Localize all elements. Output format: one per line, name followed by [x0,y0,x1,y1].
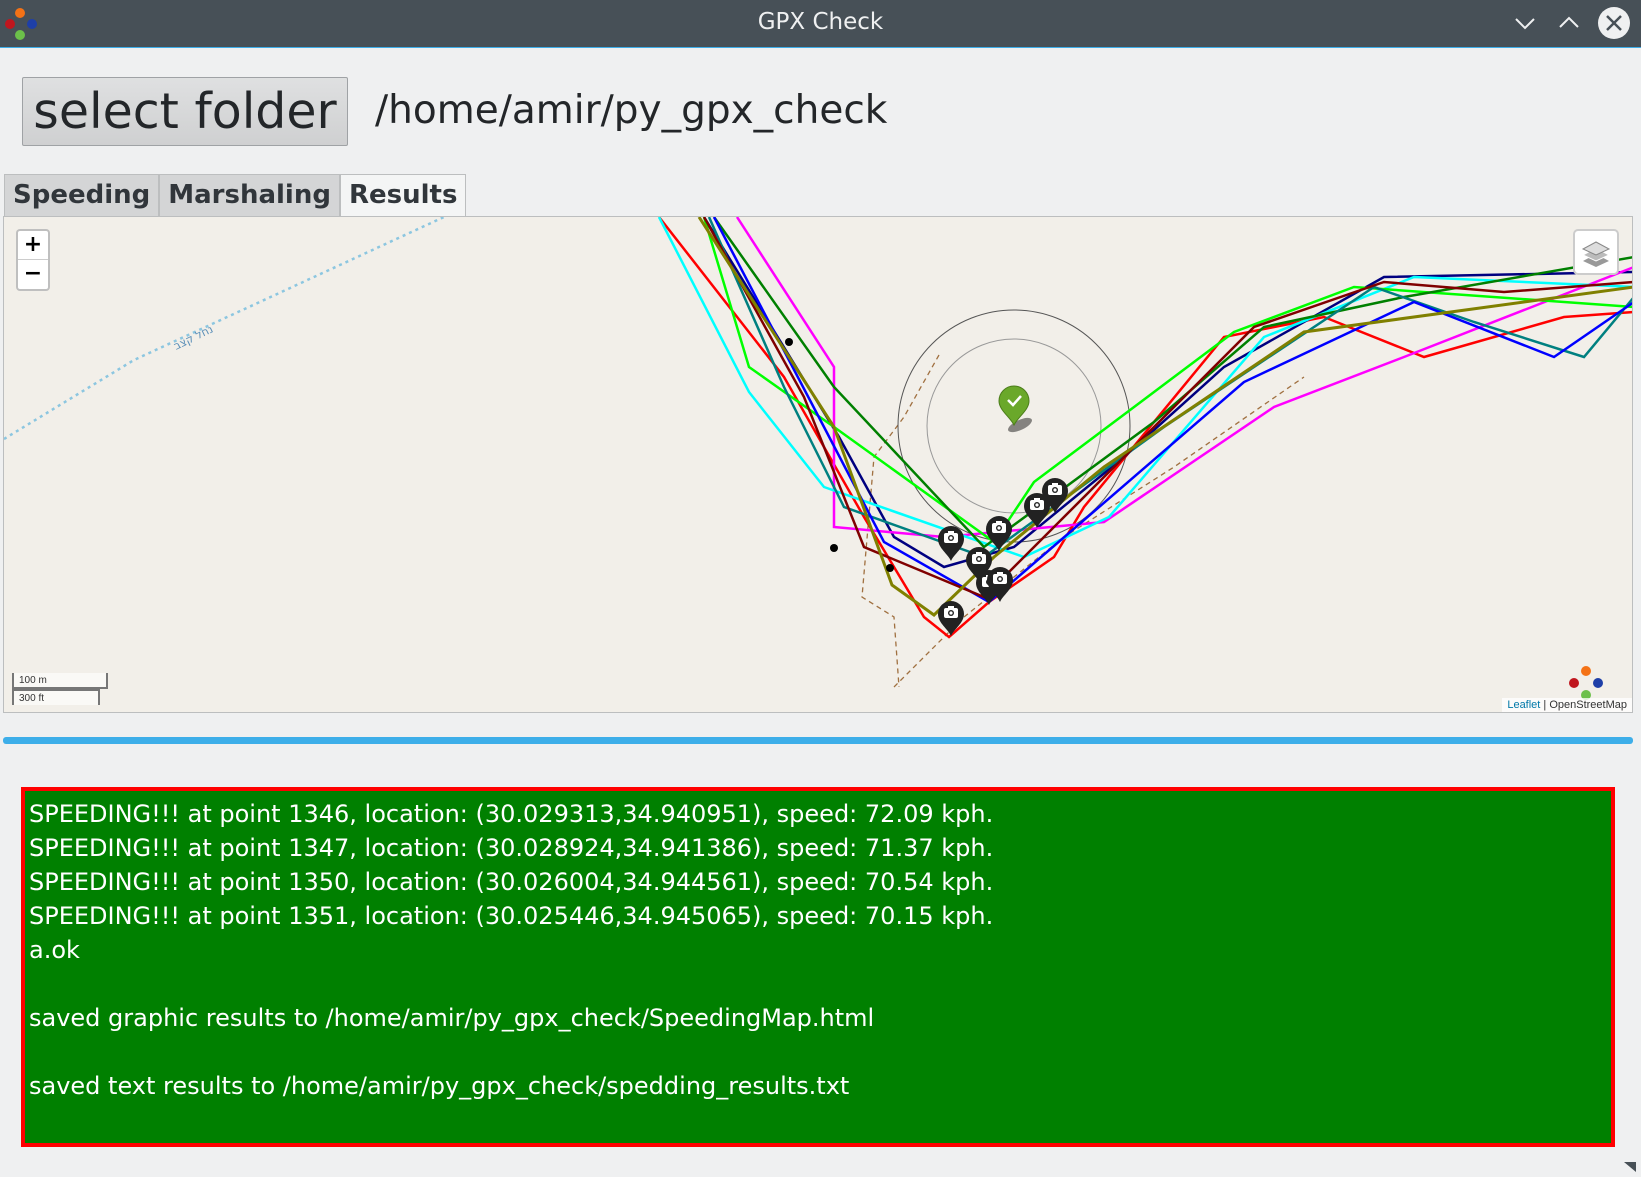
progress-bar [3,737,1633,744]
minimize-icon[interactable] [1508,6,1542,40]
layers-icon [1581,241,1611,267]
select-folder-button[interactable]: select folder [22,77,348,146]
output-line: saved text results to /home/amir/py_gpx_… [29,1072,850,1100]
map-attribution: Leaflet | OpenStreetMap [1502,698,1632,712]
title-bar: GPX Check [0,0,1641,48]
camera-marker-icon [938,526,964,561]
results-map[interactable]: נחל קצב + − 100 m 300 ft Leaflet | OpenS… [3,216,1633,713]
camera-marker-icon [986,516,1012,551]
map-logo-icon [1569,666,1603,700]
camera-marker-icon [938,601,964,636]
resize-grip-icon[interactable] [1622,1158,1638,1174]
tab-bar: Speeding Marshaling Results [4,174,467,216]
attribution-separator: | [1540,699,1550,711]
zoom-out-button[interactable]: − [18,260,48,289]
output-line: SPEEDING!!! at point 1351, location: (30… [29,902,994,930]
scale-imperial: 300 ft [12,689,100,705]
output-line: SPEEDING!!! at point 1350, location: (30… [29,868,994,896]
map-scale: 100 m 300 ft [12,673,108,705]
output-line: saved graphic results to /home/amir/py_g… [29,1004,875,1032]
close-icon[interactable] [1596,5,1632,41]
tab-speeding[interactable]: Speeding [4,174,160,216]
tab-results[interactable]: Results [339,174,467,216]
output-line: SPEEDING!!! at point 1347, location: (30… [29,834,994,862]
window-title: GPX Check [757,9,884,35]
scale-metric: 100 m [12,673,108,689]
leaflet-link[interactable]: Leaflet [1507,699,1540,711]
zoom-in-button[interactable]: + [18,231,48,260]
zoom-control: + − [16,229,50,291]
output-line: SPEEDING!!! at point 1346, location: (30… [29,800,994,828]
folder-path-label: /home/amir/py_gpx_check [375,88,888,133]
layers-button[interactable] [1573,229,1619,275]
camera-markers [938,478,1068,636]
maximize-icon[interactable] [1552,6,1586,40]
osm-attribution: OpenStreetMap [1549,699,1627,711]
output-line: a.ok [29,936,80,964]
results-output[interactable]: SPEEDING!!! at point 1346, location: (30… [21,787,1615,1147]
tab-marshaling[interactable]: Marshaling [159,174,340,216]
